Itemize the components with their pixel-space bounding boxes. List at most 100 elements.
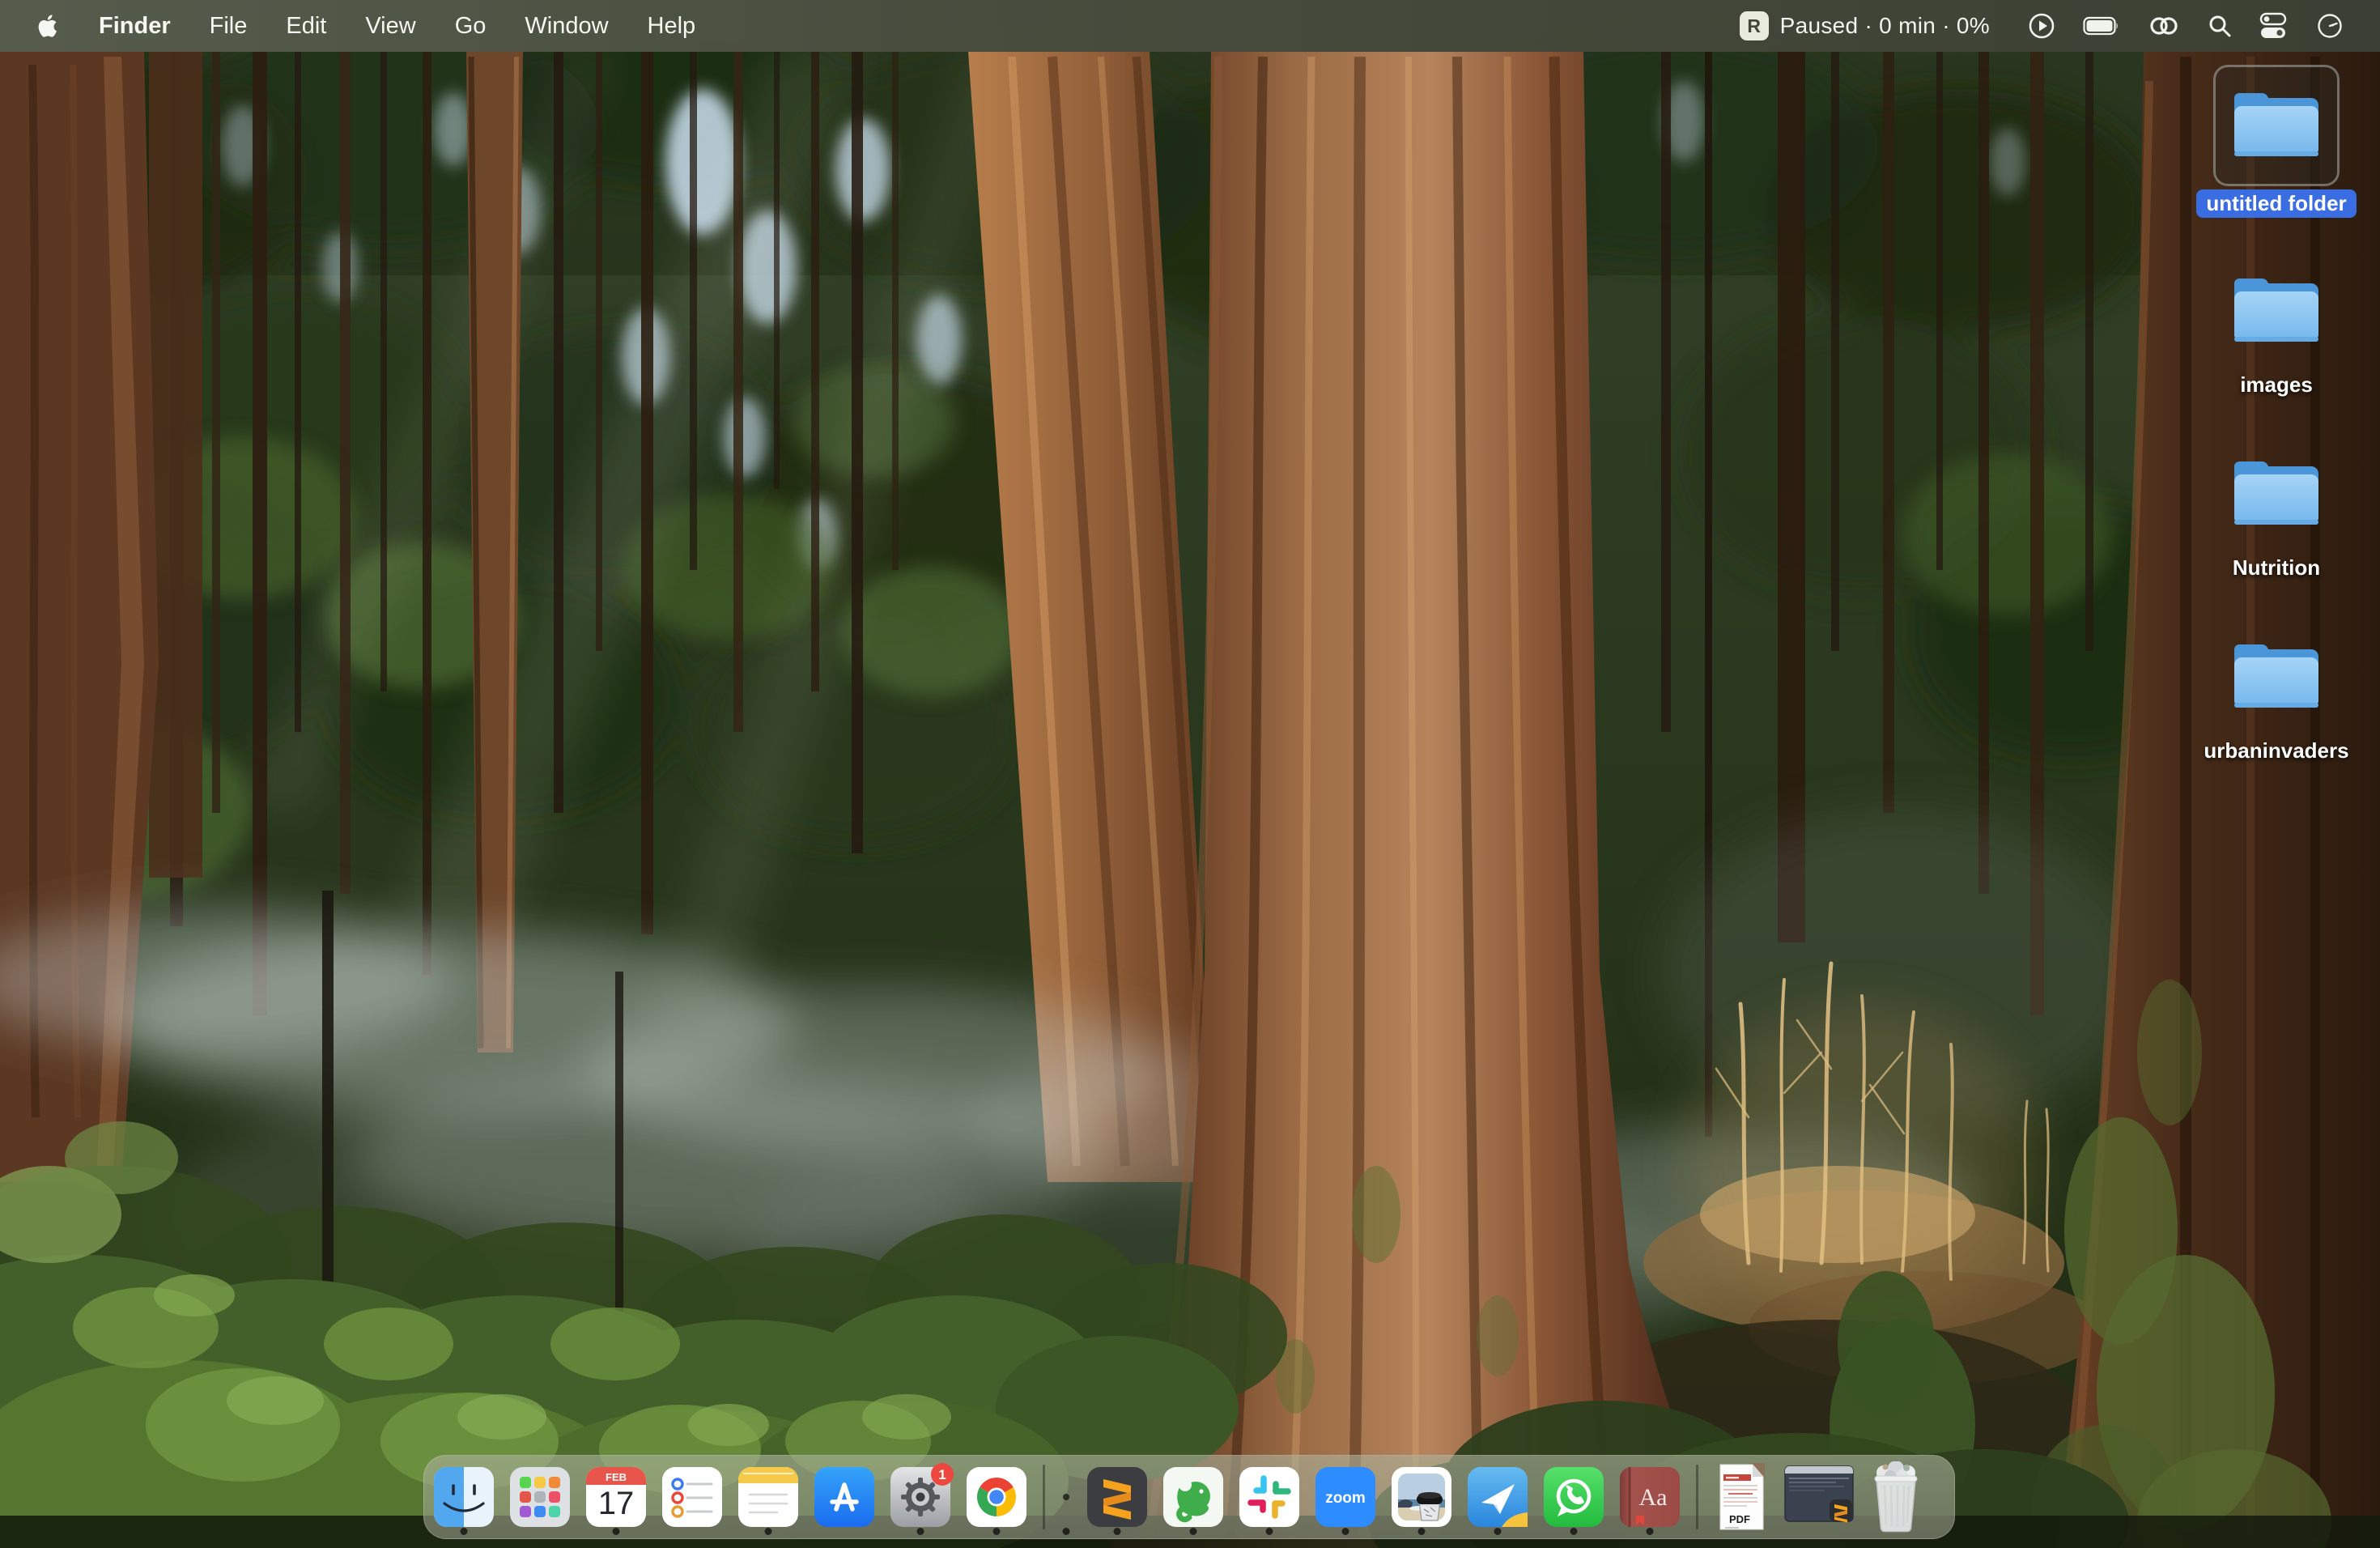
svg-text:PDF: PDF	[1729, 1513, 1750, 1525]
menu-item-view[interactable]: View	[346, 0, 435, 52]
battery-icon[interactable]	[2069, 0, 2134, 52]
dock-slack[interactable]	[1239, 1460, 1299, 1534]
forest-wallpaper	[0, 0, 2380, 1548]
folder-images[interactable]: images	[2195, 253, 2357, 398]
folder-urbaninvaders[interactable]: urbaninvaders	[2195, 619, 2357, 763]
chrome-icon	[967, 1467, 1026, 1527]
dock-trash[interactable]	[1870, 1460, 1922, 1534]
folder-untitled-folder[interactable]: untitled folder	[2195, 65, 2357, 218]
dictionary-icon: Aa	[1620, 1467, 1680, 1527]
slack-icon	[1239, 1467, 1299, 1527]
dock-launchpad[interactable]	[510, 1460, 570, 1534]
app-store-icon	[814, 1467, 874, 1527]
dock-calendar[interactable]: FEB 17	[586, 1460, 646, 1534]
settings-notification-badge: 1	[931, 1463, 954, 1486]
menu-item-file[interactable]: File	[190, 0, 267, 52]
menu-item-finder[interactable]: Finder	[79, 0, 190, 52]
menu-item-edit[interactable]: Edit	[266, 0, 346, 52]
link-icon[interactable]	[2134, 0, 2194, 52]
whatsapp-icon	[1544, 1467, 1604, 1527]
notes-icon	[738, 1467, 798, 1527]
dock-spark[interactable]	[1468, 1460, 1528, 1534]
sublime-badge	[1830, 1499, 1852, 1523]
launchpad-icon	[510, 1467, 570, 1527]
running-indicator	[765, 1528, 772, 1535]
dock-system-settings[interactable]: 1	[890, 1460, 950, 1534]
sublime-window-thumbnail	[1784, 1465, 1854, 1529]
dock-finder[interactable]	[434, 1460, 494, 1534]
dock-zoom[interactable]: zoom	[1315, 1460, 1375, 1534]
running-indicator	[461, 1528, 468, 1535]
play-circle-icon[interactable]	[2014, 0, 2069, 52]
svg-text:17: 17	[598, 1486, 635, 1521]
menu-item-window[interactable]: Window	[505, 0, 627, 52]
dock-dictionary[interactable]: Aa	[1620, 1460, 1680, 1534]
running-indicator	[1494, 1528, 1502, 1535]
reminders-icon	[662, 1467, 722, 1527]
desktop-screen: Finder File Edit View Go Window Help R P…	[0, 0, 2380, 1548]
dock-separator	[1043, 1465, 1045, 1529]
running-indicator	[1647, 1528, 1654, 1535]
control-center-icon[interactable]	[2246, 0, 2302, 52]
svg-text:zoom: zoom	[1325, 1490, 1366, 1507]
dock-minimized-sublime-window[interactable]	[1784, 1460, 1854, 1534]
dock-separator	[1696, 1465, 1698, 1529]
apple-menu[interactable]	[29, 13, 65, 39]
trash-full-icon	[1871, 1461, 1921, 1533]
running-indicator	[1190, 1528, 1197, 1535]
dock-sublime-text[interactable]	[1087, 1460, 1147, 1534]
running-indicator	[1418, 1528, 1426, 1535]
menu-item-help[interactable]: Help	[628, 0, 716, 52]
folder-icon	[2228, 272, 2325, 350]
dock-chrome[interactable]	[967, 1460, 1026, 1534]
dock-minimized-pdf-window[interactable]: PDF	[1715, 1460, 1768, 1534]
system-settings-icon: 1	[890, 1467, 950, 1527]
calendar-icon: FEB 17	[586, 1467, 646, 1527]
folder-label[interactable]: untitled folder	[2196, 189, 2356, 218]
folder-icon	[2228, 638, 2325, 716]
evernote-icon	[1163, 1467, 1223, 1527]
dock-reminders[interactable]	[662, 1460, 722, 1534]
dock: FEB 17	[423, 1455, 1955, 1539]
running-indicator	[993, 1528, 1001, 1535]
menu-item-go[interactable]: Go	[436, 0, 506, 52]
zoom-icon: zoom	[1315, 1467, 1375, 1527]
timer-app-badge[interactable]: R	[1740, 11, 1769, 40]
spark-icon	[1468, 1467, 1528, 1527]
svg-text:Aa: Aa	[1639, 1484, 1668, 1511]
svg-text:1: 1	[938, 1467, 946, 1482]
finder-icon	[434, 1467, 494, 1527]
pdf-document-thumbnail: PDF	[1715, 1460, 1768, 1534]
dock-notes[interactable]	[738, 1460, 798, 1534]
running-indicator	[1570, 1528, 1578, 1535]
folder-label[interactable]: urbaninvaders	[2204, 738, 2348, 763]
dock-evernote[interactable]	[1163, 1460, 1223, 1534]
folder-nutrition[interactable]: Nutrition	[2195, 436, 2357, 580]
folder-label[interactable]: Nutrition	[2233, 555, 2320, 580]
dock-preview[interactable]	[1392, 1460, 1451, 1534]
timer-status-text[interactable]: Paused · 0 min · 0%	[1780, 13, 1990, 39]
folder-label[interactable]: images	[2240, 372, 2313, 398]
preview-icon	[1392, 1467, 1451, 1527]
running-indicator	[1266, 1528, 1273, 1535]
menu-bar: Finder File Edit View Go Window Help R P…	[0, 0, 2380, 52]
folder-icon	[2228, 455, 2325, 533]
dock-whatsapp[interactable]	[1544, 1460, 1604, 1534]
running-indicator	[1063, 1528, 1070, 1535]
running-indicator	[1114, 1528, 1121, 1535]
clock-icon[interactable]	[2302, 0, 2357, 52]
unknown-app-icon	[1063, 1494, 1069, 1500]
running-indicator	[1342, 1528, 1349, 1535]
svg-text:FEB: FEB	[606, 1471, 627, 1483]
running-indicator	[917, 1528, 924, 1535]
sublime-text-icon	[1087, 1467, 1147, 1527]
folder-icon	[2228, 87, 2325, 164]
menu-bar-left: Finder File Edit View Go Window Help	[0, 0, 715, 52]
apple-logo-icon	[36, 13, 57, 39]
dock-unknown-app[interactable]	[1061, 1460, 1071, 1534]
dock-app-store[interactable]	[814, 1460, 874, 1534]
menu-bar-status: R Paused · 0 min · 0%	[1740, 0, 2380, 52]
running-indicator	[613, 1528, 620, 1535]
folder-selection-box	[2213, 65, 2340, 186]
spotlight-search-icon[interactable]	[2194, 0, 2246, 52]
